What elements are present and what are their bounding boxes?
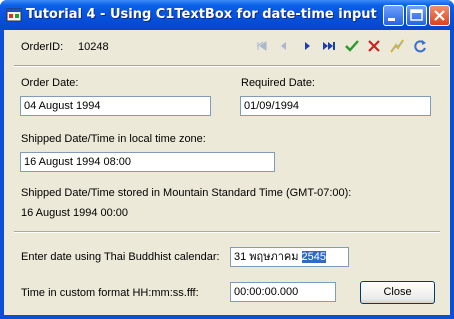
minimize-icon — [388, 18, 395, 21]
minimize-button[interactable] — [383, 5, 404, 26]
update-data-icon[interactable] — [389, 38, 405, 54]
last-record-icon[interactable] — [321, 38, 337, 54]
custom-time-input[interactable]: 00:00:00.000 — [230, 282, 336, 302]
title-bar[interactable]: Tutorial 4 - Using C1TextBox for date-ti… — [0, 0, 454, 30]
required-date-label: Required Date: — [241, 77, 315, 89]
order-date-input[interactable]: 04 August 1994 — [20, 96, 211, 116]
shipped-local-input[interactable]: 16 August 1994 08:00 — [20, 152, 275, 172]
maximize-icon — [410, 9, 423, 21]
close-window-button[interactable] — [429, 5, 450, 26]
separator — [14, 65, 440, 67]
order-id-value: 10248 — [78, 41, 109, 53]
app-icon — [6, 8, 22, 22]
app-window: Tutorial 4 - Using C1TextBox for date-ti… — [0, 0, 454, 319]
thai-date-text: 31 พฤษภาคม — [234, 251, 302, 263]
next-record-icon[interactable] — [299, 38, 315, 54]
shipped-mst-value: 16 August 1994 00:00 — [21, 207, 129, 219]
previous-record-icon[interactable] — [276, 38, 292, 54]
thai-calendar-input[interactable]: 31 พฤษภาคม 2545 — [230, 247, 349, 267]
thai-year-selection: 2545 — [301, 251, 327, 263]
required-date-input[interactable]: 01/09/1994 — [240, 96, 431, 116]
separator — [14, 231, 440, 233]
maximize-button[interactable] — [406, 5, 427, 26]
order-id-label: OrderID: — [21, 41, 64, 53]
apply-edit-icon[interactable] — [344, 38, 360, 54]
first-record-icon[interactable] — [254, 38, 270, 54]
form-client-area: OrderID: 10248 Order Date: 04 August 199… — [4, 30, 450, 315]
close-button[interactable]: Close — [360, 281, 435, 304]
thai-calendar-label: Enter date using Thai Buddhist calendar: — [21, 251, 220, 263]
refresh-data-icon[interactable] — [412, 38, 428, 54]
shipped-local-label: Shipped Date/Time in local time zone: — [21, 133, 206, 145]
close-icon — [434, 10, 445, 21]
shipped-mst-label: Shipped Date/Time stored in Mountain Sta… — [21, 187, 352, 199]
custom-format-label: Time in custom format HH:mm:ss.fff: — [21, 287, 199, 299]
cancel-edit-icon[interactable] — [366, 38, 382, 54]
window-title: Tutorial 4 - Using C1TextBox for date-ti… — [26, 7, 377, 22]
order-date-label: Order Date: — [21, 77, 79, 89]
